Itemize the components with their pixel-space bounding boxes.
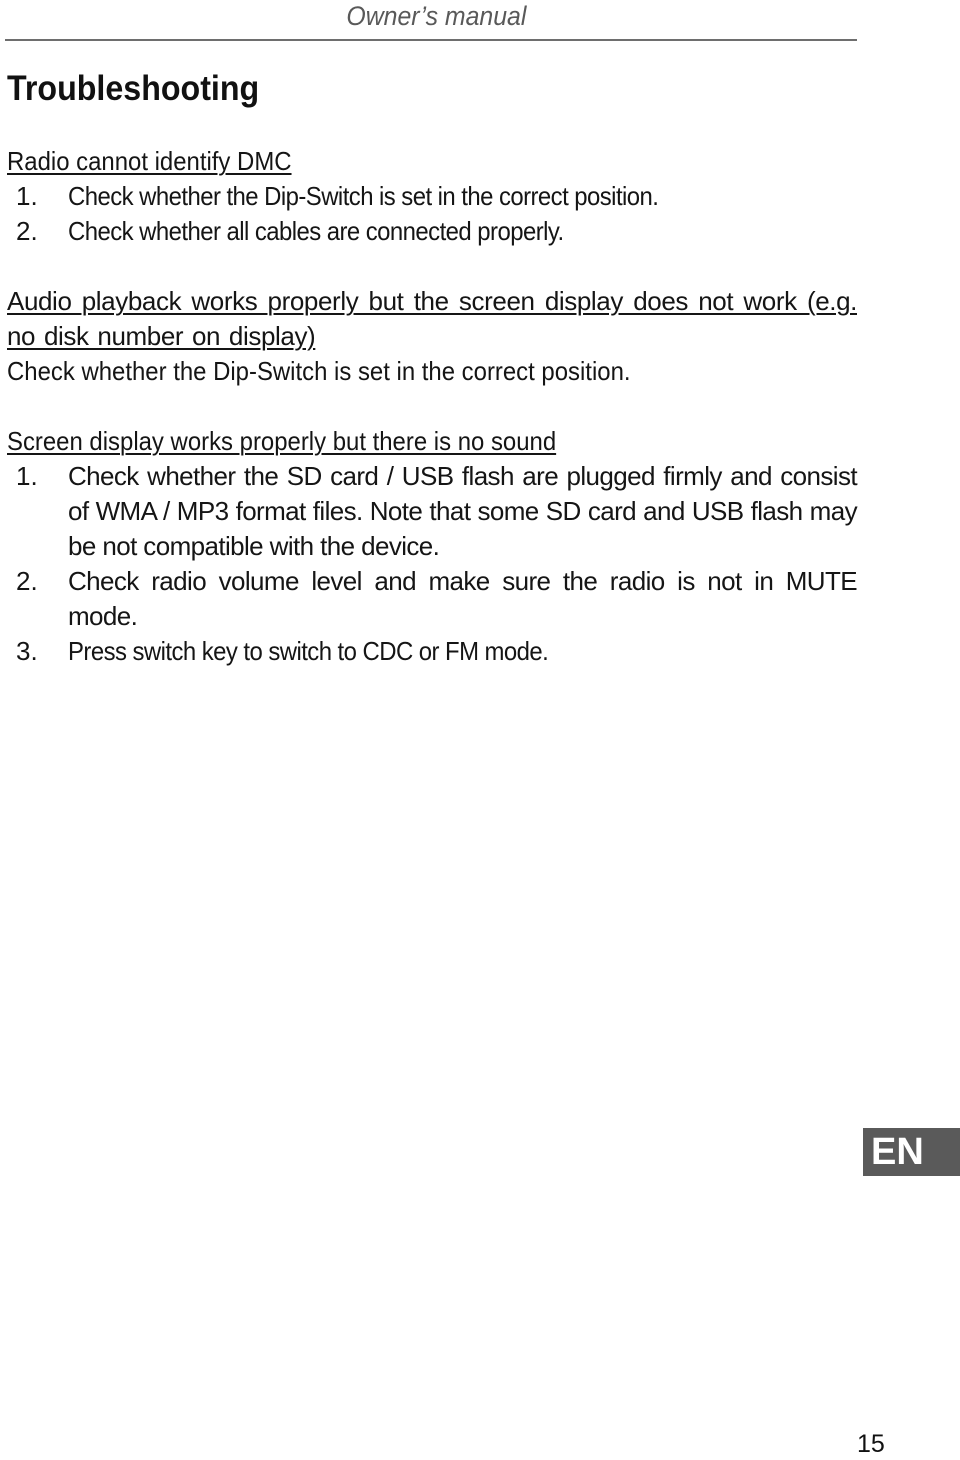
list-item-text: Check radio volume level and make sure t… [68,566,858,631]
section-radio-cannot-identify-dmc: Radio cannot identify DMC 1. Check wheth… [7,144,857,249]
list-item-number: 1. [16,181,38,211]
header-divider [5,39,857,41]
section-text: Check whether the Dip-Switch is set in t… [7,356,631,386]
list-item-text: Check whether the Dip-Switch is set in t… [68,181,659,211]
list-item-text: Check whether all cables are connected p… [68,216,564,246]
page-number: 15 [857,1430,885,1458]
list-item-number: 3. [16,636,38,666]
manual-header-title: Owner’s manual [346,1,527,31]
list-item: 2. Check whether all cables are connecte… [7,214,857,249]
language-badge: EN [863,1128,960,1176]
list-item: 2. Check radio volume level and make sur… [7,564,858,634]
steps-list: 1. Check whether the Dip-Switch is set i… [7,179,857,249]
page-title: Troubleshooting [7,69,260,108]
list-item: 3. Press switch key to switch to CDC or … [7,634,857,669]
section-no-sound: Screen display works properly but there … [7,424,858,669]
section-heading: Screen display works properly but there … [7,426,557,456]
list-item-text: Press switch key to switch to CDC or FM … [68,636,549,666]
section-display-not-working: Audio playback works properly but the sc… [7,284,857,389]
list-item: 1. Check whether the SD card / USB flash… [7,459,858,564]
list-item-number: 2. [16,566,38,596]
section-heading: Radio cannot identify DMC [7,146,292,176]
list-item: 1. Check whether the Dip-Switch is set i… [7,179,857,214]
list-item-text: Check whether the SD card / USB flash ar… [68,461,858,561]
list-item-number: 1. [16,461,38,491]
section-heading: Audio playback works properly but the sc… [7,286,857,351]
list-item-number: 2. [16,216,38,246]
troubleshooting-content: Radio cannot identify DMC 1. Check wheth… [7,144,858,669]
steps-list: 1. Check whether the SD card / USB flash… [7,459,858,669]
